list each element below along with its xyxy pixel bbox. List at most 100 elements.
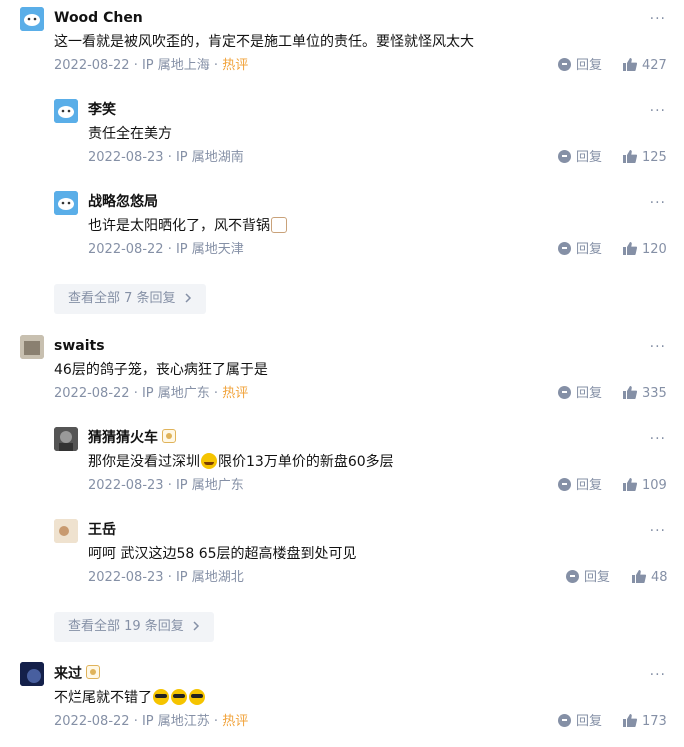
- reply-date: 2022-08-23: [88, 478, 164, 493]
- like-count: 48: [651, 570, 668, 585]
- comment-meta: 2022-08-22 · IP 属地江苏 · 热评: [54, 714, 249, 729]
- like-count: 120: [642, 242, 667, 257]
- reply-location: IP 属地广东: [175, 478, 244, 493]
- chevron-right-icon: [193, 621, 200, 631]
- reply-icon: [558, 242, 571, 255]
- like-button[interactable]: 427: [623, 56, 667, 76]
- badge-icon: [86, 665, 100, 679]
- reply-meta: 2022-08-23 · IP 属地湖南: [88, 150, 244, 165]
- reply-location: IP 属地天津: [175, 242, 244, 257]
- avatar[interactable]: [54, 191, 78, 215]
- reply-location: IP 属地湖南: [175, 150, 244, 165]
- avatar-icon: [54, 519, 78, 543]
- thumbs-up-icon: [623, 150, 637, 163]
- reply-button[interactable]: 回复: [558, 712, 602, 732]
- reply-author[interactable]: 王岳: [88, 520, 116, 540]
- reply-meta: 2022-08-22 · IP 属地天津: [88, 242, 244, 257]
- avatar-icon: [54, 99, 78, 123]
- avatar[interactable]: [20, 7, 44, 31]
- reply-label: 回复: [576, 386, 603, 401]
- more-dots-icon[interactable]: ···: [650, 104, 666, 118]
- reply-location: IP 属地湖北: [175, 570, 244, 585]
- thumbs-up-icon: [623, 714, 637, 727]
- avatar-icon: [54, 427, 78, 451]
- comment-author[interactable]: Wood Chen: [54, 8, 143, 28]
- reply-date: 2022-08-23: [88, 150, 164, 165]
- reply-icon: [558, 150, 571, 163]
- view-all-label: 查看全部 19 条回复: [68, 619, 184, 634]
- reply-author[interactable]: 猜猜猜火车: [88, 428, 176, 448]
- comment-author[interactable]: swaits: [54, 336, 105, 356]
- like-button[interactable]: 335: [623, 384, 667, 404]
- reply-label: 回复: [576, 58, 603, 73]
- view-all-replies-button[interactable]: 查看全部 7 条回复: [54, 284, 206, 314]
- view-all-label: 查看全部 7 条回复: [68, 291, 176, 306]
- reply-icon: [558, 58, 571, 71]
- more-dots-icon[interactable]: ···: [650, 432, 666, 446]
- comment-meta: 2022-08-22 · IP 属地广东 · 热评: [54, 386, 249, 401]
- reply-label: 回复: [576, 150, 603, 165]
- comment-location: IP 属地广东: [141, 386, 210, 401]
- view-all-replies-button[interactable]: 查看全部 19 条回复: [54, 612, 214, 642]
- thumbs-up-icon: [623, 478, 637, 491]
- more-dots-icon[interactable]: ···: [650, 524, 666, 538]
- like-count: 335: [642, 386, 667, 401]
- badge-icon: [162, 429, 176, 443]
- comment-text: 不烂尾就不错了: [54, 690, 152, 706]
- reply-button[interactable]: 回复: [558, 56, 602, 76]
- reply-author[interactable]: 战略忽悠局: [88, 192, 158, 212]
- reply-text: 也许是太阳晒化了，风不背锅: [88, 218, 270, 234]
- reply-content: 呵呵 武汉这边58 65层的超高楼盘到处可见: [88, 546, 357, 562]
- reply-author[interactable]: 李笑: [88, 100, 116, 120]
- hot-badge: 热评: [222, 58, 249, 73]
- avatar-icon: [20, 662, 44, 686]
- avatar[interactable]: [20, 662, 44, 686]
- comment-date: 2022-08-22: [54, 386, 130, 401]
- hot-badge: 热评: [222, 714, 249, 729]
- avatar[interactable]: [54, 519, 78, 543]
- like-button[interactable]: 120: [623, 240, 667, 260]
- thumbs-up-icon: [632, 570, 646, 583]
- more-dots-icon[interactable]: ···: [650, 12, 666, 26]
- avatar-icon: [20, 335, 44, 359]
- like-count: 109: [642, 478, 667, 493]
- like-button[interactable]: 48: [632, 568, 668, 588]
- avatar[interactable]: [54, 99, 78, 123]
- reply-button[interactable]: 回复: [558, 240, 602, 260]
- comment-author-name: 来过: [54, 666, 82, 682]
- comment-location: IP 属地江苏: [141, 714, 210, 729]
- avatar-icon: [54, 191, 78, 215]
- comment-date: 2022-08-22: [54, 58, 130, 73]
- more-dots-icon[interactable]: ···: [650, 668, 666, 682]
- more-dots-icon[interactable]: ···: [650, 340, 666, 354]
- avatar[interactable]: [54, 427, 78, 451]
- reply-button[interactable]: 回复: [558, 384, 602, 404]
- reply-text: 那你是没看过深圳: [88, 454, 200, 470]
- like-count: 427: [642, 58, 667, 73]
- reply-author-name: 猜猜猜火车: [88, 430, 158, 446]
- comment-author[interactable]: 来过: [54, 664, 100, 684]
- like-button[interactable]: 173: [623, 712, 667, 732]
- like-button[interactable]: 125: [623, 148, 667, 168]
- reply-meta: 2022-08-23 · IP 属地广东: [88, 478, 244, 493]
- reply-label: 回复: [576, 714, 603, 729]
- comment-content: 这一看就是被风吹歪的，肯定不是施工单位的责任。要怪就怪风太大: [54, 34, 474, 50]
- more-dots-icon[interactable]: ···: [650, 196, 666, 210]
- reply-date: 2022-08-23: [88, 570, 164, 585]
- reply-content: 那你是没看过深圳 限价13万单价的新盘60多层: [88, 452, 394, 472]
- comment-date: 2022-08-22: [54, 714, 130, 729]
- reply-content: 责任全在美方: [88, 126, 172, 142]
- reply-label: 回复: [576, 242, 603, 257]
- reply-icon: [558, 714, 571, 727]
- sunglasses-emoji-icon: [171, 689, 187, 705]
- hot-badge: 热评: [222, 386, 249, 401]
- like-button[interactable]: 109: [623, 476, 667, 496]
- reply-content: 也许是太阳晒化了，风不背锅: [88, 216, 288, 236]
- reply-button[interactable]: 回复: [566, 568, 610, 588]
- reply-button[interactable]: 回复: [558, 476, 602, 496]
- like-count: 125: [642, 150, 667, 165]
- reply-button[interactable]: 回复: [558, 148, 602, 168]
- avatar[interactable]: [20, 335, 44, 359]
- sunglasses-emoji-icon: [153, 689, 169, 705]
- reply-date: 2022-08-22: [88, 242, 164, 257]
